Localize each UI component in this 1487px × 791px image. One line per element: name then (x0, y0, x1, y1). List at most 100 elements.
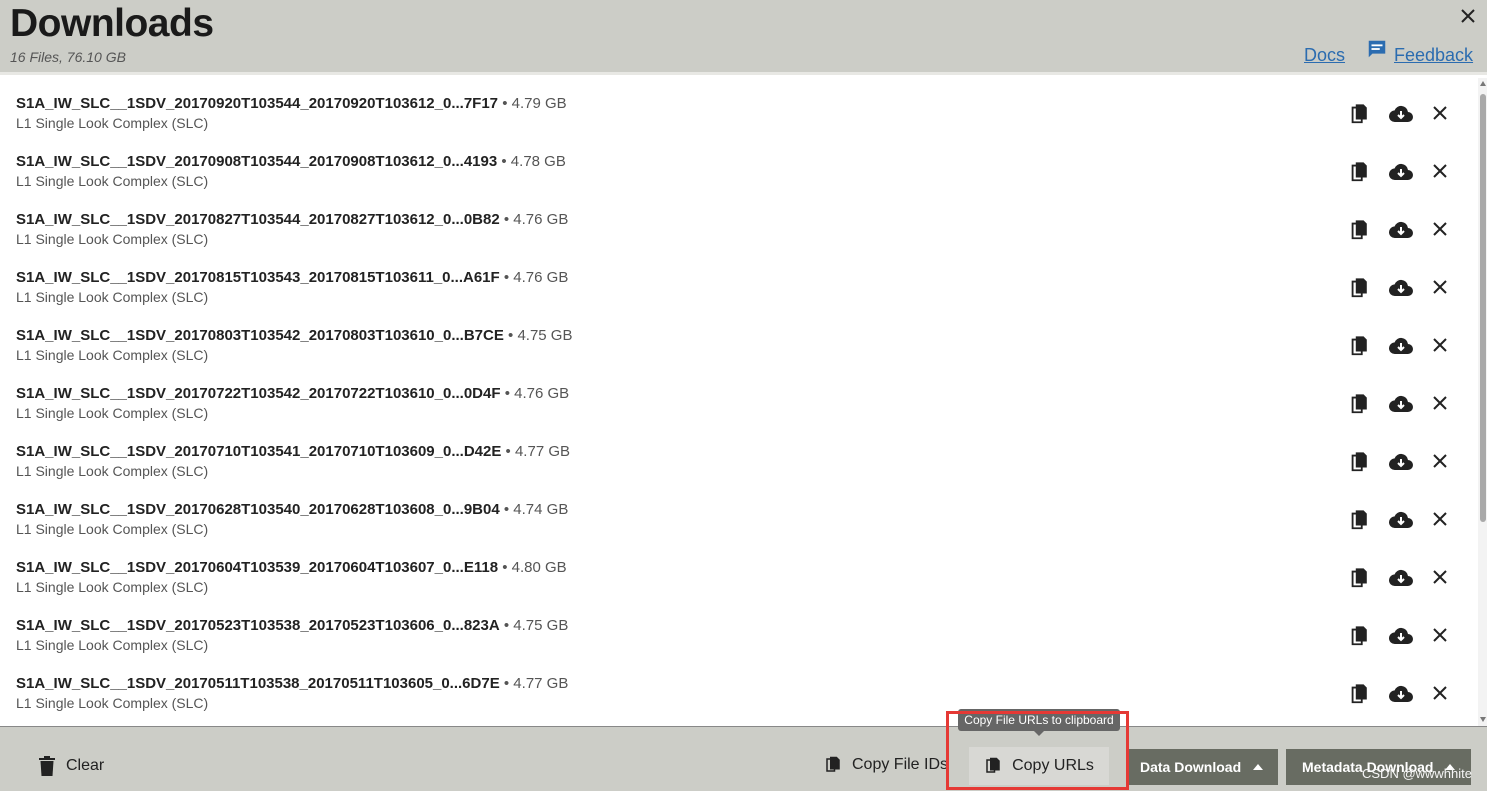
file-type: L1 Single Look Complex (SLC) (16, 637, 209, 653)
file-name-line: S1A_IW_SLC__1SDV_20170827T103544_2017082… (16, 211, 568, 228)
docs-link[interactable]: Docs (1304, 45, 1345, 66)
file-name-line: S1A_IW_SLC__1SDV_20170511T103538_2017051… (16, 675, 568, 692)
file-name-line: S1A_IW_SLC__1SDV_20170722T103542_2017072… (16, 385, 569, 402)
file-name-line: S1A_IW_SLC__1SDV_20170523T103538_2017052… (16, 617, 568, 634)
clear-button[interactable]: Clear (38, 756, 104, 776)
file-type: L1 Single Look Complex (SLC) (16, 405, 209, 421)
file-name: S1A_IW_SLC__1SDV_20170710T103541_2017071… (16, 443, 502, 460)
copy-icon[interactable] (1348, 103, 1370, 125)
file-size: • 4.77 GB (499, 675, 569, 692)
close-icon[interactable] (1430, 451, 1452, 473)
cloud-download-icon[interactable] (1388, 103, 1413, 125)
file-row: S1A_IW_SLC__1SDV_20170511T103538_2017051… (0, 658, 1478, 716)
file-name: S1A_IW_SLC__1SDV_20170628T103540_2017062… (16, 501, 500, 518)
close-icon[interactable] (1430, 335, 1452, 357)
feedback-link[interactable]: Feedback (1366, 38, 1473, 66)
file-row: S1A_IW_SLC__1SDV_20170523T103538_2017052… (0, 600, 1478, 658)
data-download-button[interactable]: Data Download (1126, 749, 1278, 785)
cloud-download-icon[interactable] (1388, 219, 1413, 241)
copy-file-ids-button[interactable]: Copy File IDs (824, 756, 948, 774)
cloud-download-icon[interactable] (1388, 451, 1413, 473)
file-name: S1A_IW_SLC__1SDV_20170908T103544_2017090… (16, 153, 498, 170)
clear-label: Clear (66, 757, 105, 774)
copy-urls-tooltip: Copy File URLs to clipboard (958, 709, 1120, 736)
cloud-download-icon[interactable] (1388, 567, 1413, 589)
feedback-icon (1368, 40, 1386, 58)
copy-icon (986, 757, 1000, 773)
file-size: • 4.76 GB (499, 269, 569, 286)
copy-icon[interactable] (1348, 683, 1370, 705)
file-type: L1 Single Look Complex (SLC) (16, 579, 209, 595)
file-row: S1A_IW_SLC__1SDV_20170920T103544_2017092… (0, 78, 1478, 136)
close-icon[interactable] (1430, 393, 1452, 415)
file-row: S1A_IW_SLC__1SDV_20170908T103544_2017090… (0, 136, 1478, 194)
file-list: S1A_IW_SLC__1SDV_20170920T103544_2017092… (0, 78, 1478, 726)
page-title: Downloads (10, 2, 214, 45)
file-name: S1A_IW_SLC__1SDV_20170604T103539_2017060… (16, 559, 499, 576)
file-type: L1 Single Look Complex (SLC) (16, 695, 209, 711)
copy-urls-label: Copy URLs (1012, 757, 1094, 774)
copy-icon (826, 756, 840, 772)
copy-icon[interactable] (1348, 451, 1370, 473)
copy-urls-button[interactable]: Copy URLs (969, 747, 1109, 785)
trash-icon (39, 756, 55, 776)
file-type: L1 Single Look Complex (SLC) (16, 289, 209, 305)
downloads-header: Downloads 16 Files, 76.10 GB Docs Feedba… (0, 0, 1487, 75)
file-name-line: S1A_IW_SLC__1SDV_20170815T103543_2017081… (16, 269, 568, 286)
scrollbar-thumb[interactable] (1480, 94, 1486, 522)
close-icon[interactable] (1430, 625, 1452, 647)
files-summary: 16 Files, 76.10 GB (10, 49, 126, 65)
file-size: • 4.80 GB (498, 559, 567, 576)
copy-icon[interactable] (1348, 509, 1370, 531)
close-icon[interactable] (1430, 567, 1452, 589)
close-icon[interactable] (1456, 4, 1480, 28)
file-size: • 4.78 GB (497, 153, 566, 170)
close-icon[interactable] (1430, 161, 1452, 183)
feedback-label: Feedback (1394, 45, 1474, 65)
cloud-download-icon[interactable] (1388, 625, 1413, 647)
file-name-line: S1A_IW_SLC__1SDV_20170710T103541_2017071… (16, 443, 570, 460)
file-row: S1A_IW_SLC__1SDV_20170827T103544_2017082… (0, 194, 1478, 252)
copy-icon[interactable] (1348, 567, 1370, 589)
file-row: S1A_IW_SLC__1SDV_20170604T103539_2017060… (0, 542, 1478, 600)
file-name-line: S1A_IW_SLC__1SDV_20170908T103544_2017090… (16, 153, 566, 170)
copy-icon[interactable] (1348, 625, 1370, 647)
file-name: S1A_IW_SLC__1SDV_20170920T103544_2017092… (16, 95, 499, 112)
cloud-download-icon[interactable] (1388, 277, 1413, 299)
cloud-download-icon[interactable] (1388, 683, 1413, 705)
close-icon[interactable] (1430, 683, 1452, 705)
scroll-up-arrow[interactable] (1480, 81, 1486, 86)
cloud-download-icon[interactable] (1388, 161, 1413, 183)
copy-icon[interactable] (1348, 393, 1370, 415)
caret-up-icon (1253, 764, 1264, 770)
cloud-download-icon[interactable] (1388, 335, 1413, 357)
file-size: • 4.77 GB (501, 443, 570, 460)
file-size: • 4.76 GB (499, 211, 569, 228)
cloud-download-icon[interactable] (1388, 393, 1413, 415)
file-name: S1A_IW_SLC__1SDV_20170511T103538_2017051… (16, 675, 500, 692)
close-icon[interactable] (1430, 103, 1452, 125)
copy-icon[interactable] (1348, 161, 1370, 183)
data-download-label: Data Download (1140, 759, 1242, 775)
copy-icon[interactable] (1348, 219, 1370, 241)
copy-icon[interactable] (1348, 277, 1370, 299)
file-name-line: S1A_IW_SLC__1SDV_20170803T103542_2017080… (16, 327, 572, 344)
file-row: S1A_IW_SLC__1SDV_20170722T103542_2017072… (0, 368, 1478, 426)
cloud-download-icon[interactable] (1388, 509, 1413, 531)
file-row: S1A_IW_SLC__1SDV_20170803T103542_2017080… (0, 310, 1478, 368)
close-icon[interactable] (1430, 509, 1452, 531)
file-type: L1 Single Look Complex (SLC) (16, 521, 209, 537)
copy-file-ids-label: Copy File IDs (852, 756, 949, 773)
file-name: S1A_IW_SLC__1SDV_20170722T103542_2017072… (16, 385, 501, 402)
copy-icon[interactable] (1348, 335, 1370, 357)
close-icon[interactable] (1430, 277, 1452, 299)
file-row: S1A_IW_SLC__1SDV_20170710T103541_2017071… (0, 426, 1478, 484)
watermark: CSDN @wwwhhite (1362, 766, 1472, 781)
file-type: L1 Single Look Complex (SLC) (16, 347, 209, 363)
file-name-line: S1A_IW_SLC__1SDV_20170628T103540_2017062… (16, 501, 568, 518)
scroll-down-arrow[interactable] (1480, 717, 1486, 722)
file-size: • 4.75 GB (499, 617, 569, 634)
close-icon[interactable] (1430, 219, 1452, 241)
file-type: L1 Single Look Complex (SLC) (16, 115, 209, 131)
file-row: S1A_IW_SLC__1SDV_20170628T103540_2017062… (0, 484, 1478, 542)
